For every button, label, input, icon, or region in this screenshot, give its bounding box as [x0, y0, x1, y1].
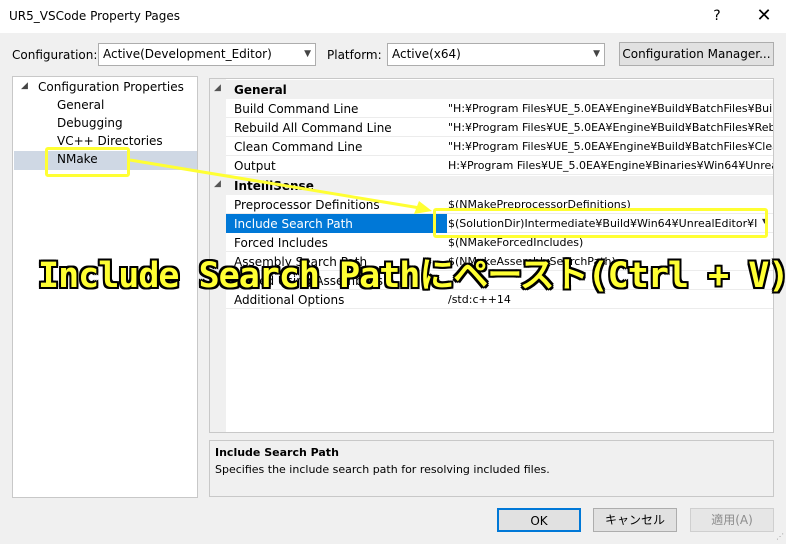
property-value[interactable]: H:¥Program Files¥UE_5.0EA¥Engine¥Binarie…	[448, 159, 773, 172]
help-button[interactable]: ?	[707, 5, 727, 27]
category-label: IntelliSense	[234, 179, 314, 193]
property-name: Build Command Line	[234, 102, 359, 116]
cancel-button[interactable]: キャンセル	[593, 508, 677, 532]
apply-button[interactable]: 適用(A)	[690, 508, 774, 532]
property-value[interactable]: "H:¥Program Files¥UE_5.0EA¥Engine¥Build¥…	[448, 102, 773, 115]
description-text: Specifies the include search path for re…	[215, 463, 550, 476]
chevron-down-icon: ▼	[304, 49, 311, 59]
chevron-down-icon: ▼	[593, 49, 600, 59]
platform-label: Platform:	[327, 48, 382, 62]
property-value[interactable]: "H:¥Program Files¥UE_5.0EA¥Engine¥Build¥…	[448, 121, 773, 134]
property-row-clean-command-line[interactable]: Clean Command Line "H:¥Program Files¥UE_…	[226, 137, 773, 156]
window-title: UR5_VSCode Property Pages	[9, 9, 181, 23]
property-name: Preprocessor Definitions	[234, 198, 380, 212]
property-name: Output	[234, 159, 276, 173]
property-row-rebuild-command-line[interactable]: Rebuild All Command Line "H:¥Program Fil…	[226, 118, 773, 137]
annotation-highlight-nmake	[45, 147, 130, 177]
tree-collapse-icon[interactable]: ◢	[21, 81, 28, 91]
property-row-build-command-line[interactable]: Build Command Line "H:¥Program Files¥UE_…	[226, 99, 773, 118]
tree-item-vc-directories[interactable]: VC++ Directories	[57, 134, 163, 148]
tree-item-general[interactable]: General	[57, 98, 104, 112]
description-title: Include Search Path	[215, 446, 339, 459]
description-panel: Include Search Path Specifies the includ…	[209, 440, 774, 497]
annotation-highlight-include-path	[433, 208, 768, 238]
property-value[interactable]: "H:¥Program Files¥UE_5.0EA¥Engine¥Build¥…	[448, 140, 773, 153]
configuration-value: Active(Development_Editor)	[103, 47, 272, 61]
resize-grip-icon[interactable]: ⋰	[776, 532, 784, 542]
ok-button[interactable]: OK	[497, 508, 581, 532]
configuration-select[interactable]: Active(Development_Editor) ▼	[98, 43, 316, 66]
close-button[interactable]: ✕	[750, 3, 778, 29]
title-bar: UR5_VSCode Property Pages ? ✕	[0, 0, 786, 33]
property-name: Include Search Path	[234, 217, 353, 231]
property-row-output[interactable]: Output H:¥Program Files¥UE_5.0EA¥Engine¥…	[226, 156, 773, 175]
annotation-instruction-text: Include Search Pathにペースト(Ctrl + V)	[38, 256, 786, 296]
configuration-manager-button[interactable]: Configuration Manager...	[619, 42, 774, 66]
tree-item-configuration-properties[interactable]: Configuration Properties	[38, 80, 184, 94]
platform-value: Active(x64)	[392, 47, 461, 61]
platform-select[interactable]: Active(x64) ▼	[387, 43, 605, 66]
collapse-icon[interactable]: ◢	[214, 179, 221, 189]
property-name: Clean Command Line	[234, 140, 363, 154]
category-label: General	[234, 83, 287, 97]
collapse-icon[interactable]: ◢	[214, 83, 221, 93]
property-name: Rebuild All Command Line	[234, 121, 392, 135]
category-general[interactable]: ◢ General	[210, 80, 773, 99]
category-intellisense[interactable]: ◢ IntelliSense	[210, 176, 773, 195]
tree-item-debugging[interactable]: Debugging	[57, 116, 123, 130]
configuration-label: Configuration:	[12, 48, 98, 62]
